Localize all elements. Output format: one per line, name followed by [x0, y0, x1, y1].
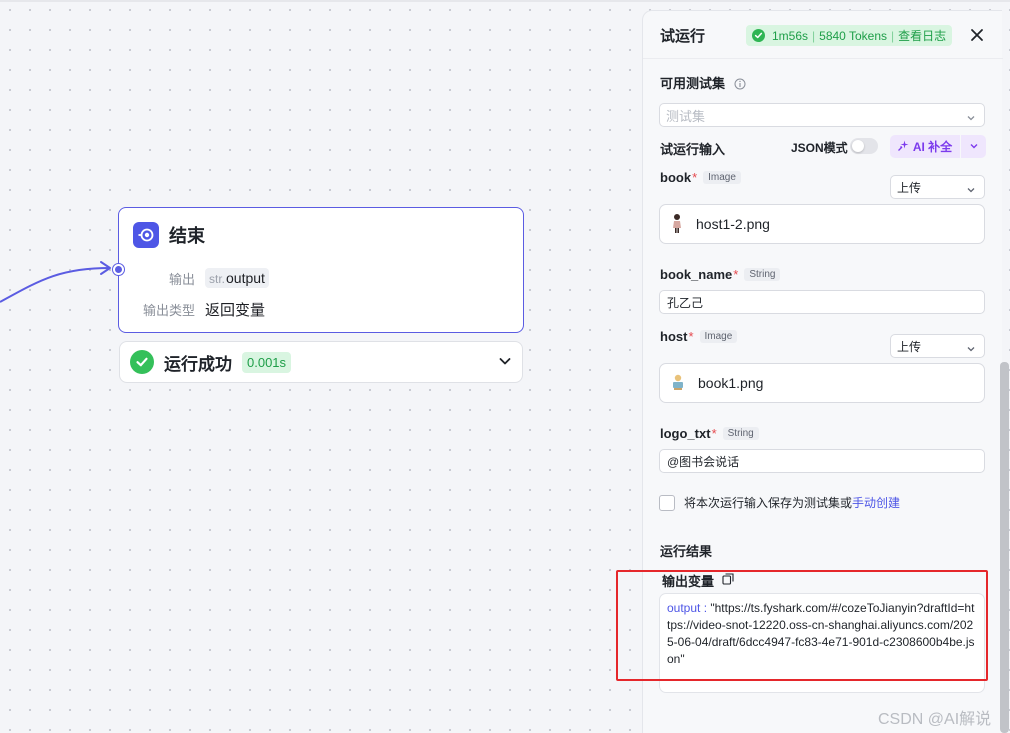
output-value-box[interactable]: output : "https://ts.fyshark.com/#/cozeT…: [659, 593, 985, 693]
panel-header: 试运行 1m56s | 5840 Tokens | 查看日志: [643, 11, 1003, 59]
save-testset-row: 将本次运行输入保存为测试集或 手动创建: [659, 494, 900, 511]
info-icon[interactable]: [734, 78, 746, 93]
person-image-thumbnail: [670, 213, 684, 236]
chevron-down-icon: [966, 111, 976, 126]
edge-connector[interactable]: [0, 240, 130, 320]
input-port[interactable]: [113, 264, 124, 275]
output-value: "https://ts.fyshark.com/#/cozeToJianyin?…: [667, 601, 975, 666]
field-logo-txt-label: logo_txt * String: [660, 426, 759, 441]
type-tag: String: [722, 427, 759, 440]
output-variable-label: 输出变量: [662, 574, 715, 589]
run-summary-badge: 1m56s | 5840 Tokens | 查看日志: [746, 25, 953, 46]
divider: |: [812, 28, 816, 43]
field-book-label: book * Image: [660, 170, 741, 185]
book-name-input[interactable]: 孔乙己: [659, 290, 985, 314]
chevron-down-icon: [966, 183, 976, 198]
chevron-down-icon: [969, 138, 979, 156]
type-tag: Image: [703, 171, 741, 184]
ai-complete-button[interactable]: AI 补全: [890, 135, 960, 158]
host-upload-mode-select[interactable]: 上传: [890, 334, 985, 358]
run-time-badge: 0.001s: [242, 351, 292, 373]
divider: |: [891, 28, 895, 43]
close-icon[interactable]: [969, 27, 985, 48]
run-result-title: 运行结果: [660, 544, 713, 559]
end-node-icon: [133, 222, 159, 248]
output-label: 输出: [168, 271, 195, 287]
toggle-knob: [852, 140, 864, 152]
testset-section: 可用测试集: [660, 73, 746, 93]
run-status-text: 运行成功: [164, 354, 232, 374]
success-check-icon: [130, 350, 154, 374]
json-mode-toggle[interactable]: [850, 138, 878, 154]
book-image-thumbnail: [670, 373, 686, 394]
field-book-name-label: book_name * String: [660, 267, 781, 282]
testset-select[interactable]: 测试集: [659, 103, 985, 127]
node-title: 结束: [169, 226, 205, 246]
testset-label: 可用测试集: [660, 76, 726, 91]
logo-txt-input[interactable]: @图书会说话: [659, 449, 985, 473]
upload-mode-value: 上传: [897, 180, 922, 195]
save-testset-checkbox[interactable]: [659, 494, 675, 511]
json-mode-label: JSON模式: [791, 141, 848, 155]
output-kind-value: 返回变量: [205, 302, 266, 319]
output-variable-chip: str.output: [205, 268, 269, 288]
copy-icon[interactable]: [722, 573, 734, 588]
run-input-label: 试运行输入: [660, 142, 726, 157]
success-icon: [752, 29, 765, 42]
required-marker: *: [733, 267, 739, 282]
required-marker: *: [711, 426, 717, 441]
ai-complete-label: AI 补全: [912, 140, 953, 154]
required-marker: *: [692, 170, 698, 185]
host-file-box[interactable]: book1.png: [659, 363, 985, 403]
ai-complete-dropdown[interactable]: [961, 135, 986, 158]
book-file-box[interactable]: host1-2.png: [659, 204, 985, 244]
run-duration: 1m56s: [772, 28, 809, 43]
output-key: output :: [667, 601, 708, 615]
upload-mode-value: 上传: [897, 339, 922, 354]
canvas-top-border: [0, 0, 1010, 2]
chevron-down-icon: [966, 342, 976, 357]
type-tag: Image: [699, 330, 738, 343]
panel-title: 试运行: [660, 28, 706, 45]
test-run-panel: 试运行 1m56s | 5840 Tokens | 查看日志 可用测试集 测试集…: [642, 10, 1003, 733]
field-host-label: host * Image: [660, 329, 738, 344]
manual-create-link[interactable]: 手动创建: [852, 494, 900, 511]
book-file-name: host1-2.png: [696, 216, 770, 232]
sparkle-icon: [897, 140, 909, 154]
node-output-kind-row: 输出类型 返回变量: [133, 299, 265, 320]
panel-scrollbar[interactable]: [1000, 362, 1009, 733]
node-output-row: 输出 str.output: [133, 268, 269, 288]
run-tokens: 5840 Tokens: [819, 28, 887, 43]
output-kind-label: 输出类型: [142, 303, 195, 318]
host-file-name: book1.png: [698, 375, 764, 391]
chevron-down-icon[interactable]: [498, 354, 512, 373]
view-log-link[interactable]: 查看日志: [898, 27, 946, 44]
run-status-bar[interactable]: 运行成功 0.001s: [119, 341, 523, 383]
watermark: CSDN @AI解说: [878, 711, 992, 728]
end-node[interactable]: 结束 输出 str.output 输出类型 返回变量: [113, 207, 524, 333]
save-testset-text: 将本次运行输入保存为测试集或: [684, 496, 853, 510]
type-tag: String: [744, 268, 781, 281]
required-marker: *: [688, 329, 694, 344]
output-variable-heading: 输出变量: [662, 571, 734, 590]
book-upload-mode-select[interactable]: 上传: [890, 175, 985, 199]
testset-placeholder: 测试集: [666, 108, 706, 124]
node-header: 结束: [133, 222, 205, 248]
